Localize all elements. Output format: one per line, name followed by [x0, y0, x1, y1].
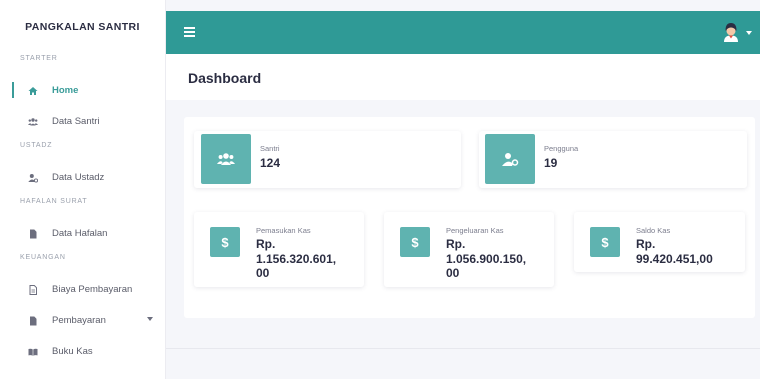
- page-title: Dashboard: [188, 70, 262, 86]
- users-icon: [201, 134, 251, 184]
- sidebar-item-data-hafalan[interactable]: Data Hafalan: [0, 218, 165, 249]
- stat-card-santri: Santri 124: [194, 131, 461, 188]
- sidebar-item-buku-kas[interactable]: Buku Kas: [0, 336, 165, 367]
- user-avatar-icon[interactable]: [722, 22, 740, 42]
- section-hafalan-surat: HAFALAN SURAT: [20, 198, 88, 205]
- finance-value-line: Rp.: [446, 237, 466, 251]
- sidebar-item-label: Biaya Pembayaran: [52, 284, 133, 295]
- finance-value-line: 00: [256, 266, 270, 280]
- file-icon: [26, 314, 40, 328]
- stat-card-pengguna: Pengguna 19: [479, 131, 747, 188]
- page-header: Dashboard: [166, 54, 760, 100]
- finance-value-line: 1.056.900.150,: [446, 251, 527, 266]
- stat-value: 124: [260, 156, 281, 170]
- stat-label: Santri: [260, 144, 280, 153]
- sidebar-item-data-santri[interactable]: Data Santri: [0, 106, 165, 137]
- finance-label: Pengeluaran Kas: [446, 226, 504, 235]
- sidebar-item-label: Data Ustadz: [52, 172, 105, 183]
- dashboard-panel: Santri 124 Pengguna 19 $ Pemasukan Kas R…: [184, 117, 755, 318]
- chevron-down-icon[interactable]: [147, 317, 153, 321]
- section-starter: STARTER: [20, 55, 58, 62]
- sidebar-item-pembayaran[interactable]: Pembayaran: [0, 305, 165, 336]
- sidebar-item-label: Buku Kas: [52, 346, 93, 357]
- finance-card-saldo: $ Saldo Kas Rp. 99.420.451,00: [574, 212, 745, 272]
- file-icon: [26, 227, 40, 241]
- sidebar: PANGKALAN SANTRI STARTER Home Data Santr…: [0, 0, 166, 379]
- finance-card-pengeluaran: $ Pengeluaran Kas Rp. 1.056.900.150, 00: [384, 212, 554, 287]
- user-cog-icon: [26, 171, 40, 185]
- book-open-icon: [26, 345, 40, 359]
- brand-title[interactable]: PANGKALAN SANTRI: [0, 0, 165, 54]
- dollar-icon: $: [400, 227, 430, 257]
- users-icon: [26, 115, 40, 129]
- finance-value-line: 99.420.451,00: [636, 251, 713, 266]
- sidebar-item-label: Data Santri: [52, 116, 100, 127]
- finance-label: Pemasukan Kas: [256, 226, 311, 235]
- sidebar-item-data-ustadz[interactable]: Data Ustadz: [0, 162, 165, 193]
- dollar-icon: $: [590, 227, 620, 257]
- topbar: [166, 11, 760, 54]
- finance-value-line: Rp.: [636, 237, 656, 251]
- stat-label: Pengguna: [544, 144, 579, 153]
- user-cog-icon: [485, 134, 535, 184]
- menu-toggle-icon[interactable]: [184, 27, 195, 37]
- footer-divider: [166, 348, 760, 349]
- stat-value: 19: [544, 156, 558, 170]
- sidebar-item-label: Pembayaran: [52, 315, 106, 326]
- file-alt-icon: [26, 283, 40, 297]
- finance-card-pemasukan: $ Pemasukan Kas Rp. 1.156.320.601, 00: [194, 212, 364, 287]
- section-keuangan: KEUANGAN: [20, 254, 66, 261]
- section-ustadz: USTADZ: [20, 142, 53, 149]
- sidebar-item-home[interactable]: Home: [0, 75, 165, 106]
- sidebar-item-label: Data Hafalan: [52, 228, 108, 239]
- sidebar-item-biaya-pembayaran[interactable]: Biaya Pembayaran: [0, 274, 165, 305]
- finance-value-line: 00: [446, 266, 460, 280]
- chevron-down-icon[interactable]: [746, 31, 752, 35]
- finance-value-line: 1.156.320.601,: [256, 251, 337, 266]
- finance-label: Saldo Kas: [636, 226, 671, 235]
- home-icon: [26, 84, 40, 98]
- sidebar-item-label: Home: [52, 85, 79, 96]
- dollar-icon: $: [210, 227, 240, 257]
- finance-value-line: Rp.: [256, 237, 276, 251]
